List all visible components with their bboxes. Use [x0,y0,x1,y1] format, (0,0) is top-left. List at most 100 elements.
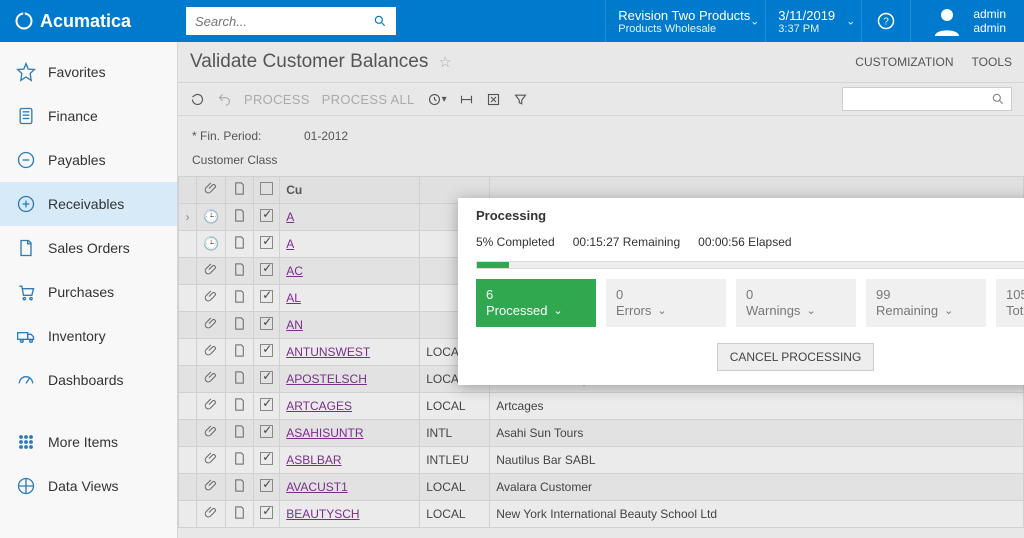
fit-button[interactable] [459,92,474,107]
row-code[interactable]: AL [280,285,420,312]
sidebar-item-favorites[interactable]: Favorites [0,50,177,94]
row-notes[interactable] [226,420,254,447]
row-expand[interactable] [179,420,197,447]
row-notes[interactable] [226,339,254,366]
row-attachment[interactable] [197,393,226,420]
process-button[interactable]: PROCESS [244,92,310,107]
row-attachment[interactable] [197,339,226,366]
row-expand[interactable] [179,312,197,339]
select-header[interactable] [254,177,280,204]
table-row[interactable]: AVACUST1LOCALAvalara Customer [179,474,1024,501]
tools-link[interactable]: TOOLS [972,55,1012,69]
row-expand[interactable] [179,285,197,312]
remaining-card[interactable]: 99 Remaining⌄ [866,279,986,327]
row-notes[interactable] [226,474,254,501]
table-row[interactable]: BEAUTYSCHLOCALNew York International Bea… [179,501,1024,528]
row-notes[interactable] [226,447,254,474]
row-notes[interactable] [226,231,254,258]
row-expand[interactable] [179,366,197,393]
sidebar-item-receivables[interactable]: Receivables [0,182,177,226]
customization-link[interactable]: CUSTOMIZATION [855,55,953,69]
sidebar-item-inventory[interactable]: Inventory [0,314,177,358]
sidebar-item-payables[interactable]: Payables [0,138,177,182]
favorite-star-icon[interactable]: ☆ [438,53,451,71]
row-attachment[interactable] [197,420,226,447]
row-expand[interactable] [179,393,197,420]
refresh-button[interactable] [190,92,205,107]
row-code[interactable]: AC [280,258,420,285]
row-code[interactable]: BEAUTYSCH [280,501,420,528]
brand[interactable]: Acumatica [0,11,178,32]
row-attachment[interactable] [197,447,226,474]
row-attachment[interactable] [197,312,226,339]
table-row[interactable]: ASBLBARINTLEUNautilus Bar SABL [179,447,1024,474]
row-code[interactable]: ASBLBAR [280,447,420,474]
help-button[interactable]: ? [861,0,910,42]
row-select[interactable] [254,339,280,366]
row-code[interactable]: ASAHISUNTR [280,420,420,447]
row-notes[interactable] [226,312,254,339]
sidebar-item-sales-orders[interactable]: Sales Orders [0,226,177,270]
row-select[interactable] [254,420,280,447]
export-button[interactable] [486,92,501,107]
business-date[interactable]: 3/11/2019 3:37 PM ⌄ [765,0,861,42]
sidebar-item-more[interactable]: More Items [0,420,177,464]
user-menu[interactable]: admin admin [910,0,1024,42]
warnings-card[interactable]: 0 Warnings⌄ [736,279,856,327]
row-code[interactable]: APOSTELSCH [280,366,420,393]
table-row[interactable]: ASAHISUNTRINTLAsahi Sun Tours [179,420,1024,447]
row-attachment[interactable] [197,366,226,393]
row-notes[interactable] [226,366,254,393]
row-expand[interactable] [179,474,197,501]
table-row[interactable]: ARTCAGESLOCALArtcages [179,393,1024,420]
row-notes[interactable] [226,258,254,285]
row-attachment[interactable] [197,474,226,501]
row-notes[interactable] [226,204,254,231]
row-select[interactable] [254,474,280,501]
row-select[interactable] [254,285,280,312]
fin-period-value[interactable]: 01-2012 [304,129,348,143]
row-code[interactable]: AN [280,312,420,339]
row-attachment[interactable]: 🕒 [197,231,226,258]
process-all-button[interactable]: PROCESS ALL [322,92,415,107]
processed-card[interactable]: 6 Processed⌄ [476,279,596,327]
row-expand[interactable] [179,231,197,258]
errors-card[interactable]: 0 Errors⌄ [606,279,726,327]
row-code[interactable]: AVACUST1 [280,474,420,501]
filter-button[interactable] [513,92,528,107]
row-code[interactable]: ARTCAGES [280,393,420,420]
row-notes[interactable] [226,393,254,420]
row-expand[interactable] [179,501,197,528]
row-notes[interactable] [226,285,254,312]
row-select[interactable] [254,393,280,420]
row-code[interactable]: A [280,231,420,258]
row-expand[interactable] [179,258,197,285]
row-expand[interactable]: › [179,204,197,231]
row-select[interactable] [254,366,280,393]
row-code[interactable]: ANTUNSWEST [280,339,420,366]
row-attachment[interactable] [197,258,226,285]
sidebar-item-dashboards[interactable]: Dashboards [0,358,177,402]
row-attachment[interactable] [197,285,226,312]
row-select[interactable] [254,501,280,528]
row-select[interactable] [254,312,280,339]
row-attachment[interactable] [197,501,226,528]
row-expand[interactable] [179,447,197,474]
row-expand[interactable] [179,339,197,366]
cancel-processing-button[interactable]: CANCEL PROCESSING [717,343,875,371]
grid-search[interactable] [842,87,1012,111]
row-notes[interactable] [226,501,254,528]
row-select[interactable] [254,258,280,285]
total-card[interactable]: 105 Total⌄ [996,279,1024,327]
search-input[interactable] [195,14,373,29]
row-code[interactable]: A [280,204,420,231]
schedule-button[interactable]: ▾ [427,92,447,107]
sidebar-item-purchases[interactable]: Purchases [0,270,177,314]
company-switcher[interactable]: Revision Two Products Products Wholesale… [605,0,765,42]
sidebar-item-data-views[interactable]: Data Views [0,464,177,508]
row-select[interactable] [254,231,280,258]
row-attachment[interactable]: 🕒 [197,204,226,231]
customer-header[interactable]: Cu [280,177,420,204]
sidebar-item-finance[interactable]: Finance [0,94,177,138]
row-select[interactable] [254,204,280,231]
